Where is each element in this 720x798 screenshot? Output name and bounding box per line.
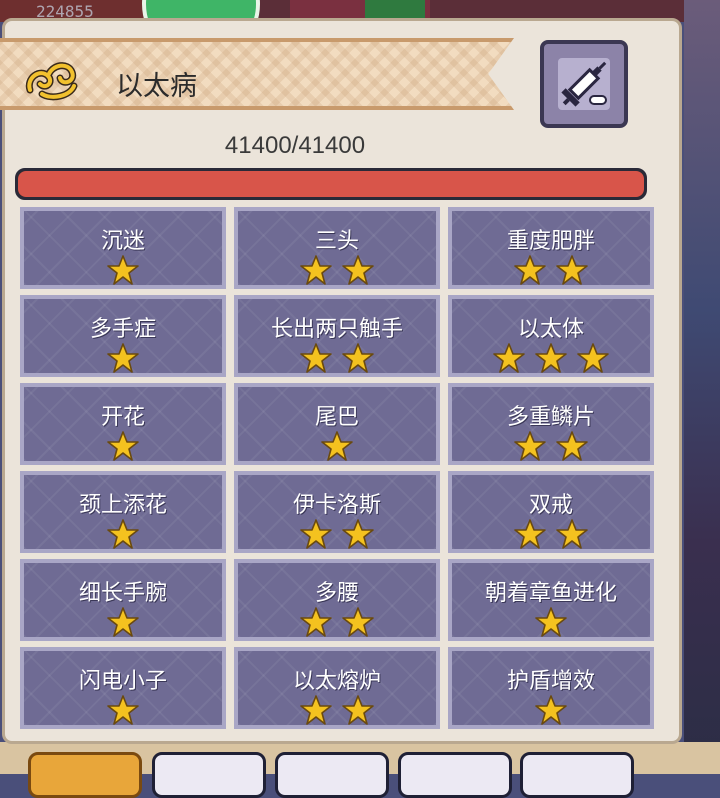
- star-icon: [321, 431, 353, 461]
- trait-tile[interactable]: 尾巴: [234, 383, 440, 465]
- trait-tile[interactable]: 多手症: [20, 295, 226, 377]
- trait-name: 颈上添花: [78, 493, 167, 518]
- trait-tile[interactable]: 三头: [234, 207, 440, 289]
- trait-name: 闪电小子: [78, 669, 167, 694]
- trait-stars: [452, 695, 650, 725]
- trait-stars: [24, 695, 222, 725]
- star-icon: [107, 519, 139, 549]
- trait-stars: [238, 519, 436, 549]
- star-icon: [535, 695, 567, 725]
- trait-name: 细长手腕: [78, 581, 167, 606]
- star-icon: [300, 255, 332, 285]
- hp-readout: 41400/41400: [224, 132, 366, 159]
- star-icon: [577, 343, 609, 373]
- trait-stars: [452, 607, 650, 637]
- bottom-tab-4[interactable]: [398, 752, 512, 798]
- trait-tile[interactable]: 朝着章鱼进化: [448, 559, 654, 641]
- trait-tile[interactable]: 护盾增效: [448, 647, 654, 729]
- trait-stars: [24, 519, 222, 549]
- star-icon: [342, 519, 374, 549]
- trait-name: 多腰: [314, 581, 359, 606]
- trait-stars: [24, 607, 222, 637]
- star-icon: [107, 255, 139, 285]
- trait-stars: [452, 519, 650, 549]
- trait-name: 以太体: [517, 317, 584, 342]
- trait-stars: [238, 695, 436, 725]
- trait-stars: [24, 343, 222, 373]
- trait-grid: 沉迷 三头 重度肥胖多手症 长出两只触手 以太体开花 尾巴 多重鳞片颈上添花 伊卡洛斯 双戒细长…: [20, 207, 654, 729]
- star-icon: [493, 343, 525, 373]
- star-icon: [300, 695, 332, 725]
- star-icon: [556, 431, 588, 461]
- trait-name: 以太熔炉: [292, 669, 381, 694]
- star-icon: [514, 431, 546, 461]
- trait-tile[interactable]: 沉迷: [20, 207, 226, 289]
- trait-tile[interactable]: 开花: [20, 383, 226, 465]
- trait-tile[interactable]: 以太体: [448, 295, 654, 377]
- trait-name: 多重鳞片: [506, 405, 595, 430]
- trait-tile[interactable]: 颈上添花: [20, 471, 226, 553]
- bottom-tab-5[interactable]: [520, 752, 634, 798]
- trait-name: 三头: [314, 229, 359, 254]
- flourish-icon: [22, 50, 82, 110]
- trait-tile[interactable]: 重度肥胖: [448, 207, 654, 289]
- trait-tile[interactable]: 闪电小子: [20, 647, 226, 729]
- trait-name: 开花: [100, 405, 145, 430]
- disease-title: 以太病: [116, 71, 197, 102]
- bottom-tab-2[interactable]: [152, 752, 266, 798]
- star-icon: [514, 255, 546, 285]
- trait-name: 尾巴: [314, 405, 359, 430]
- hp-bar-fill: [18, 171, 644, 197]
- trait-name: 重度肥胖: [506, 229, 595, 254]
- trait-name: 双戒: [528, 493, 573, 518]
- trait-name: 长出两只触手: [270, 317, 403, 342]
- inject-button[interactable]: [540, 40, 628, 128]
- trait-name: 护盾增效: [506, 669, 595, 694]
- trait-stars: [238, 255, 436, 285]
- trait-tile[interactable]: 细长手腕: [20, 559, 226, 641]
- hp-bar: [15, 168, 647, 200]
- star-icon: [107, 695, 139, 725]
- trait-stars: [238, 607, 436, 637]
- star-icon: [556, 255, 588, 285]
- star-icon: [535, 607, 567, 637]
- trait-stars: [24, 255, 222, 285]
- trait-name: 伊卡洛斯: [292, 493, 381, 518]
- star-icon: [300, 607, 332, 637]
- trait-name: 多手症: [89, 317, 156, 342]
- trait-tile[interactable]: 以太熔炉: [234, 647, 440, 729]
- bottom-tab-3[interactable]: [275, 752, 389, 798]
- background-scene-right: [684, 0, 720, 774]
- trait-tile[interactable]: 长出两只触手: [234, 295, 440, 377]
- star-icon: [514, 519, 546, 549]
- trait-stars: [452, 255, 650, 285]
- star-icon: [107, 607, 139, 637]
- star-icon: [342, 255, 374, 285]
- trait-tile[interactable]: 多重鳞片: [448, 383, 654, 465]
- star-icon: [342, 607, 374, 637]
- syringe-icon: [558, 58, 610, 110]
- trait-stars: [238, 343, 436, 373]
- star-icon: [342, 343, 374, 373]
- trait-tile[interactable]: 伊卡洛斯: [234, 471, 440, 553]
- trait-name: 沉迷: [100, 229, 145, 254]
- trait-tile[interactable]: 多腰: [234, 559, 440, 641]
- bottom-tab-1[interactable]: [28, 752, 142, 798]
- star-icon: [300, 519, 332, 549]
- star-icon: [107, 343, 139, 373]
- trait-stars: [452, 343, 650, 373]
- trait-stars: [452, 431, 650, 461]
- star-icon: [535, 343, 567, 373]
- trait-name: 朝着章鱼进化: [484, 581, 617, 606]
- star-icon: [556, 519, 588, 549]
- star-icon: [300, 343, 332, 373]
- star-icon: [107, 431, 139, 461]
- trait-tile[interactable]: 双戒: [448, 471, 654, 553]
- trait-stars: [24, 431, 222, 461]
- trait-stars: [238, 431, 436, 461]
- star-icon: [342, 695, 374, 725]
